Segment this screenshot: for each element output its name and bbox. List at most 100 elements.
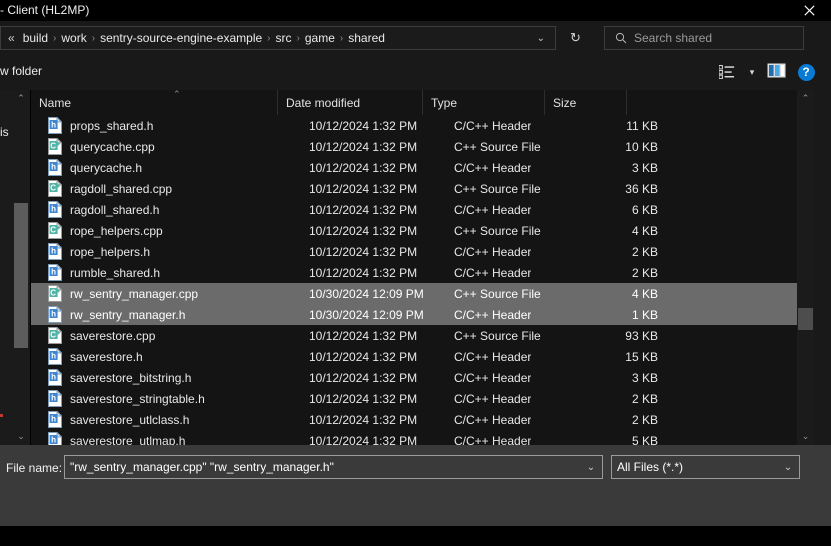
size-cell: 2 KB <box>631 412 658 427</box>
chevron-down-icon[interactable]: ⌄ <box>533 33 555 44</box>
file-row[interactable]: h rope_helpers.h 10/12/2024 1:32 PM C/C++ H… <box>31 241 797 262</box>
file-row[interactable]: h rw_sentry_manager.h 10/30/2024 12:09 PM C… <box>31 304 797 325</box>
column-header-filler <box>627 90 797 115</box>
svg-text:C: C <box>50 225 56 234</box>
chevron-down-icon[interactable]: ⌄ <box>777 462 799 473</box>
file-name-cell: saverestore.cpp <box>70 328 156 343</box>
new-folder-button[interactable]: w folder <box>0 64 42 78</box>
navigation-pane-item-partial[interactable]: is <box>0 125 9 139</box>
file-row[interactable]: Cragdoll_shared.cpp 10/12/2024 1:32 PM C++… <box>31 178 797 199</box>
size-cell: 4 KB <box>631 286 658 301</box>
scroll-down-arrow-icon[interactable]: ⌄ <box>797 428 814 445</box>
file-row[interactable]: h saverestore.h 10/12/2024 1:32 PM C/C++ He… <box>31 346 797 367</box>
svg-text:h: h <box>51 435 56 444</box>
file-type-filter-value: All Files (*.*) <box>617 460 684 474</box>
file-row[interactable]: h ragdoll_shared.h 10/12/2024 1:32 PM C/C++… <box>31 199 797 220</box>
close-window-button[interactable] <box>787 0 831 21</box>
help-button[interactable]: ? <box>791 59 821 85</box>
breadcrumb-bar[interactable]: « build › work › sentry-source-engine-ex… <box>0 26 556 50</box>
date-modified-cell: 10/12/2024 1:32 PM <box>309 265 418 280</box>
chevron-down-icon[interactable]: ⌄ <box>580 462 602 473</box>
cpp-file-icon: C <box>48 138 62 155</box>
svg-text:h: h <box>51 204 56 213</box>
column-header-name[interactable]: Name ⌃ <box>31 89 278 115</box>
view-options-button[interactable]: ▾ <box>712 59 761 85</box>
file-row[interactable]: h saverestore_utlmap.h 10/12/2024 1:32 PM C… <box>31 430 797 445</box>
date-modified-cell: 10/12/2024 1:32 PM <box>309 139 418 154</box>
column-header-size[interactable]: Size <box>545 90 627 115</box>
file-list[interactable]: h props_shared.h 10/12/2024 1:32 PM C/C++ H… <box>31 115 797 445</box>
date-modified-cell: 10/12/2024 1:32 PM <box>309 328 418 343</box>
preview-pane-button[interactable] <box>761 59 791 85</box>
column-header-type[interactable]: Type <box>423 90 545 115</box>
h-file-icon: h <box>48 117 62 134</box>
column-header-type-label: Type <box>431 95 458 110</box>
file-name-field[interactable]: "rw_sentry_manager.cpp" "rw_sentry_manag… <box>64 455 603 479</box>
cpp-file-icon: C <box>48 327 62 344</box>
scroll-up-arrow-icon[interactable]: ⌃ <box>797 90 814 107</box>
type-cell: C/C++ Header <box>454 433 532 446</box>
size-cell: 3 KB <box>631 160 658 175</box>
file-name-cell: rw_sentry_manager.cpp <box>70 286 199 301</box>
size-cell: 93 KB <box>625 328 658 343</box>
file-row[interactable]: h querycache.h 10/12/2024 1:32 PM C/C++ Hea… <box>31 157 797 178</box>
file-name-cell: ragdoll_shared.cpp <box>70 181 173 196</box>
file-name-cell: saverestore_utlclass.h <box>70 412 190 427</box>
navigation-pane-scrollbar[interactable]: ⌃ ⌄ <box>12 90 30 445</box>
file-type-filter-select[interactable]: All Files (*.*) ⌄ <box>611 455 800 479</box>
svg-text:h: h <box>51 351 56 360</box>
file-row[interactable]: Crope_helpers.cpp 10/12/2024 1:32 PM C++ S… <box>31 220 797 241</box>
refresh-button[interactable]: ↻ <box>562 26 589 50</box>
file-list-scrollbar[interactable]: ⌃ ⌄ <box>797 90 814 445</box>
help-icon: ? <box>797 63 815 81</box>
navigation-pane-scroll-thumb[interactable] <box>14 203 28 348</box>
h-file-icon: h <box>48 306 62 323</box>
file-row[interactable]: Cquerycache.cpp 10/12/2024 1:32 PM C++ Sou… <box>31 136 797 157</box>
file-row[interactable]: h saverestore_utlclass.h 10/12/2024 1:32 P… <box>31 409 797 430</box>
file-row[interactable]: Csaverestore.cpp 10/12/2024 1:32 PM C++ So… <box>31 325 797 346</box>
scroll-up-arrow-icon[interactable]: ⌃ <box>12 90 30 107</box>
file-row[interactable]: h saverestore_bitstring.h 10/12/2024 1:32 … <box>31 367 797 388</box>
svg-text:h: h <box>51 246 56 255</box>
breadcrumb-item-build[interactable]: build <box>19 29 52 47</box>
scroll-down-arrow-icon[interactable]: ⌄ <box>12 428 30 445</box>
breadcrumb-item-game[interactable]: game <box>301 29 339 47</box>
h-file-icon: h <box>48 411 62 428</box>
date-modified-cell: 10/12/2024 1:32 PM <box>309 202 418 217</box>
file-row[interactable]: h rumble_shared.h 10/12/2024 1:32 PM C/C++ … <box>31 262 797 283</box>
file-name-cell: saverestore_bitstring.h <box>70 370 192 385</box>
navigation-pane-accent-marker <box>0 414 3 417</box>
breadcrumb-overflow-icon[interactable]: « <box>1 31 19 45</box>
h-file-icon: h <box>48 348 62 365</box>
size-cell: 4 KB <box>631 223 658 238</box>
date-modified-cell: 10/12/2024 1:32 PM <box>309 433 418 446</box>
file-row[interactable]: Crw_sentry_manager.cpp 10/30/2024 12:09 P… <box>31 283 797 304</box>
file-name-value[interactable]: "rw_sentry_manager.cpp" "rw_sentry_manag… <box>65 460 580 474</box>
command-bar: w folder ▾ ? <box>0 54 831 90</box>
svg-text:h: h <box>51 393 56 402</box>
dialog-footer: File name: "rw_sentry_manager.cpp" "rw_s… <box>0 445 831 526</box>
svg-text:h: h <box>51 414 56 423</box>
breadcrumb-item-src[interactable]: src <box>272 29 296 47</box>
file-list-scroll-thumb[interactable] <box>798 308 813 330</box>
breadcrumb-item-shared[interactable]: shared <box>344 29 389 47</box>
search-input[interactable]: Search shared <box>634 31 712 45</box>
type-cell: C++ Source File <box>454 139 541 154</box>
date-modified-cell: 10/12/2024 1:32 PM <box>309 244 418 259</box>
breadcrumb-item-sentry-source-engine-example[interactable]: sentry-source-engine-example <box>96 29 266 47</box>
chevron-down-icon[interactable]: ▾ <box>743 67 761 78</box>
file-row[interactable]: h saverestore_stringtable.h 10/12/2024 1:3… <box>31 388 797 409</box>
size-cell: 6 KB <box>631 202 658 217</box>
file-name-cell: querycache.cpp <box>70 139 155 154</box>
file-row[interactable]: h props_shared.h 10/12/2024 1:32 PM C/C++ H… <box>31 115 797 136</box>
right-edge-strip <box>814 90 831 445</box>
date-modified-cell: 10/30/2024 12:09 PM <box>309 286 424 301</box>
search-box[interactable]: Search shared <box>604 26 804 50</box>
column-header-date-modified[interactable]: Date modified <box>278 90 423 115</box>
breadcrumb-item-work[interactable]: work <box>57 29 90 47</box>
file-name-cell: rope_helpers.cpp <box>70 223 163 238</box>
type-cell: C/C++ Header <box>454 349 532 364</box>
svg-text:h: h <box>51 372 56 381</box>
desktop-background-strip <box>0 526 831 546</box>
type-cell: C/C++ Header <box>454 202 532 217</box>
